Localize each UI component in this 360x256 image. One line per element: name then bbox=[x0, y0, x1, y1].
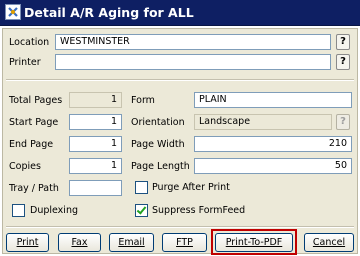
page-width-label: Page Width bbox=[131, 139, 185, 150]
page-length-label: Page Length bbox=[131, 161, 190, 172]
end-page-field[interactable]: 1 bbox=[69, 136, 122, 152]
location-label: Location bbox=[9, 37, 50, 48]
print-button[interactable]: Print bbox=[6, 233, 49, 252]
purge-after-print-checkbox[interactable] bbox=[135, 181, 148, 194]
printer-label: Printer bbox=[9, 57, 41, 68]
duplexing-checkbox[interactable] bbox=[12, 204, 25, 217]
form-label: Form bbox=[131, 95, 155, 106]
divider-bottom bbox=[6, 226, 354, 228]
end-page-label: End Page bbox=[9, 139, 54, 150]
printer-lookup-button[interactable]: ? bbox=[336, 54, 350, 70]
start-page-field[interactable]: 1 bbox=[69, 114, 122, 130]
orientation-lookup-button[interactable]: ? bbox=[336, 114, 350, 130]
start-page-label: Start Page bbox=[9, 117, 59, 128]
purge-after-print-label: Purge After Print bbox=[152, 182, 230, 193]
divider-top bbox=[6, 79, 354, 81]
checkmark-icon bbox=[136, 204, 147, 215]
page-width-field[interactable]: 210 bbox=[194, 136, 352, 152]
duplexing-label: Duplexing bbox=[30, 205, 78, 216]
tray-path-field[interactable] bbox=[69, 180, 122, 196]
suppress-formfeed-checkbox[interactable] bbox=[135, 204, 148, 217]
highlight-box bbox=[211, 229, 297, 255]
location-field[interactable]: WESTMINSTER bbox=[55, 34, 331, 50]
printer-field[interactable] bbox=[55, 54, 331, 70]
copies-field[interactable]: 1 bbox=[69, 158, 122, 174]
window-title: Detail A/R Aging for ALL bbox=[24, 5, 194, 20]
suppress-formfeed-label: Suppress FormFeed bbox=[152, 205, 246, 216]
cancel-button[interactable]: Cancel bbox=[304, 233, 354, 252]
copies-label: Copies bbox=[9, 161, 41, 172]
total-pages-field: 1 bbox=[69, 92, 122, 108]
orientation-field: Landscape bbox=[194, 114, 332, 130]
ftp-button[interactable]: FTP bbox=[162, 233, 207, 252]
page-length-field[interactable]: 50 bbox=[194, 158, 352, 174]
email-button[interactable]: Email bbox=[109, 233, 154, 252]
total-pages-label: Total Pages bbox=[9, 95, 63, 106]
fax-button[interactable]: Fax bbox=[58, 233, 101, 252]
tray-path-label: Tray / Path bbox=[9, 183, 59, 194]
orientation-label: Orientation bbox=[131, 117, 185, 128]
location-lookup-button[interactable]: ? bbox=[336, 34, 350, 50]
form-field[interactable]: PLAIN bbox=[194, 92, 352, 108]
app-icon bbox=[5, 4, 21, 20]
title-bar: Detail A/R Aging for ALL bbox=[0, 0, 360, 26]
